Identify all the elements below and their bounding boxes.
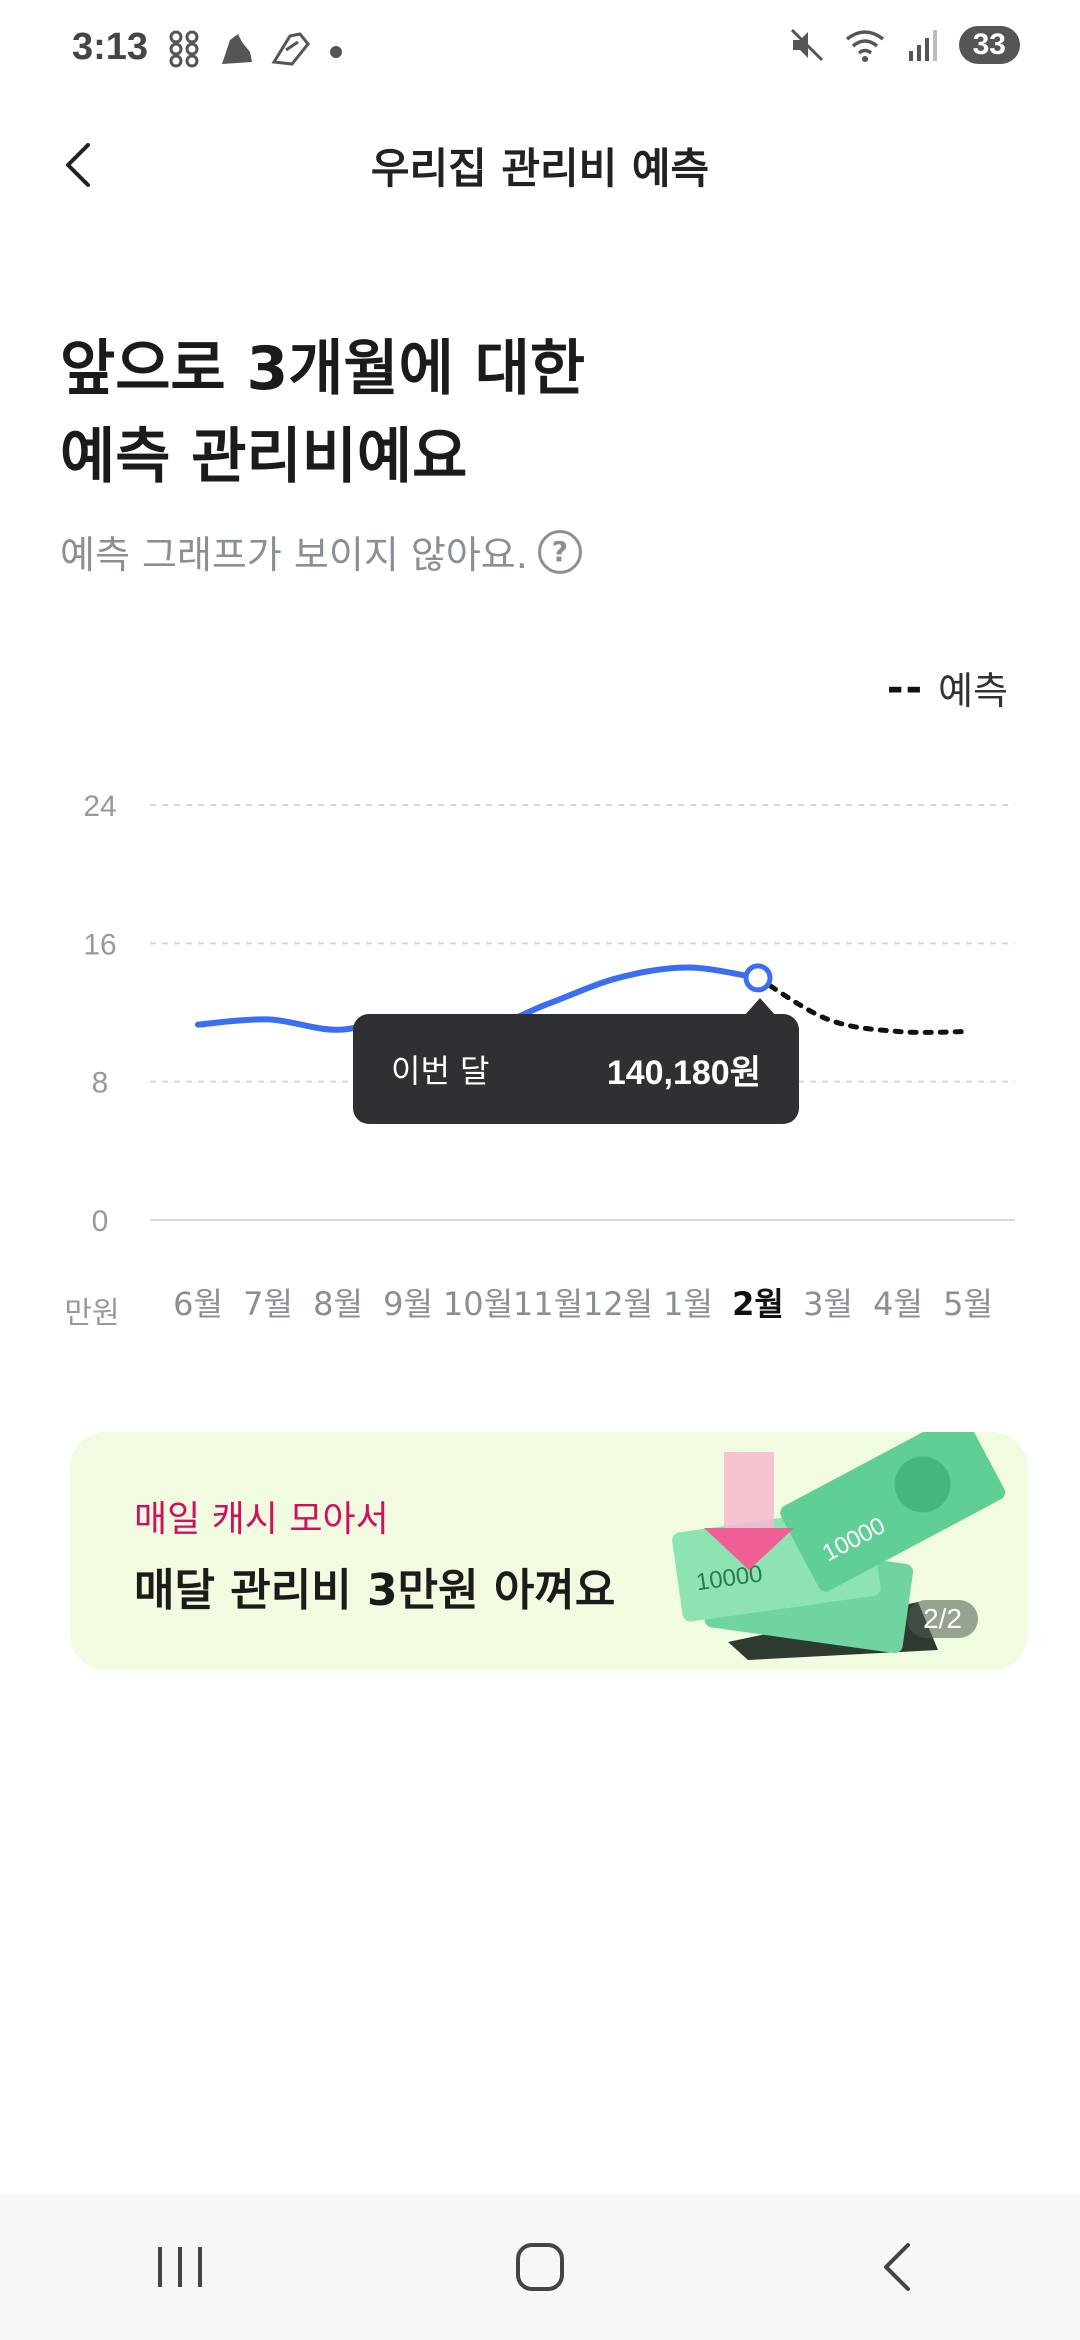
banner-title: 매달 관리비 3만원 아껴요 bbox=[134, 1565, 616, 1616]
status-bar: 3:13 33 bbox=[0, 0, 1080, 105]
mute-icon bbox=[790, 28, 823, 62]
tooltip-value: 140,180원 bbox=[606, 1053, 761, 1092]
home-button[interactable] bbox=[480, 2217, 600, 2317]
x-tick-label-11: 5월 bbox=[943, 1285, 993, 1323]
app-bar: 우리집 관리비 예측 bbox=[0, 105, 1080, 225]
y-tick-label-24: 24 bbox=[83, 790, 116, 823]
signal-icon bbox=[908, 30, 937, 61]
x-tick-label-1: 7월 bbox=[243, 1285, 293, 1323]
y-tick-label-0: 0 bbox=[92, 1205, 109, 1238]
shoe-outline-icon bbox=[271, 32, 310, 66]
x-tick-label-10: 4월 bbox=[873, 1285, 923, 1323]
pager-total: 2 bbox=[946, 1603, 962, 1634]
chart-help-row[interactable]: 예측 그래프가 보이지 않아요. ? bbox=[60, 524, 582, 579]
recents-button[interactable] bbox=[120, 2217, 240, 2317]
system-nav-bar bbox=[0, 2194, 1080, 2340]
recents-icon bbox=[158, 2247, 202, 2287]
x-tick-label-6: 12월 bbox=[583, 1285, 653, 1323]
y-tick-label-8: 8 bbox=[92, 1067, 109, 1100]
headline-line-1: 앞으로 3개월에 대한 bbox=[60, 334, 586, 404]
x-tick-label-9: 3월 bbox=[803, 1285, 853, 1323]
page-title: 우리집 관리비 예측 bbox=[370, 144, 710, 193]
money-illustration: 10000 10000 10000 bbox=[672, 1432, 1006, 1660]
tooltip-label: 이번 달 bbox=[391, 1052, 490, 1090]
x-tick-label-4: 10월 bbox=[443, 1285, 513, 1323]
y-tick-label-16: 16 bbox=[83, 928, 116, 961]
dot-icon bbox=[330, 46, 342, 58]
pager-current: 2 bbox=[923, 1603, 939, 1634]
status-notification-icons bbox=[168, 30, 346, 68]
x-tick-label-8: 2월 bbox=[732, 1285, 784, 1323]
home-icon bbox=[516, 2243, 564, 2291]
x-tick-label-0: 6월 bbox=[173, 1285, 223, 1323]
x-tick-label-2: 8월 bbox=[313, 1285, 363, 1323]
legend-dash-marker: -- bbox=[886, 664, 925, 711]
nav-back-button[interactable] bbox=[840, 2217, 960, 2317]
chevron-left-icon bbox=[884, 2243, 910, 2291]
status-time: 3:13 bbox=[72, 26, 149, 68]
legend-label: 예측 bbox=[938, 669, 1008, 713]
x-tick-label-7: 1월 bbox=[663, 1285, 713, 1323]
chart-legend: -- 예측 bbox=[887, 660, 1008, 715]
shoe-icon bbox=[222, 34, 252, 64]
battery-indicator: 33 bbox=[958, 26, 1020, 64]
unit-label: 만원 bbox=[64, 1296, 119, 1331]
wifi-icon bbox=[845, 30, 884, 62]
headline-line-2: 예측 관리비예요 bbox=[60, 422, 468, 492]
chart-help-text[interactable]: 예측 그래프가 보이지 않아요. bbox=[60, 524, 528, 579]
x-tick-label-5: 11월 bbox=[513, 1285, 583, 1323]
status-system-icons: 33 bbox=[789, 26, 1020, 64]
x-tick-label-3: 9월 bbox=[383, 1285, 433, 1323]
current-month-marker bbox=[743, 963, 773, 993]
banner-pager: 2/2 bbox=[907, 1600, 978, 1638]
banner-subtitle: 매일 캐시 모아서 bbox=[134, 1499, 389, 1540]
grid-app-icon bbox=[169, 30, 199, 68]
question-icon[interactable]: ? bbox=[537, 529, 582, 574]
headline: 앞으로 3개월에 대한 예측 관리비예요 bbox=[60, 325, 585, 501]
chart-tooltip: 이번 달 140,180원 bbox=[353, 1014, 799, 1124]
promo-banner[interactable]: 매일 캐시 모아서 매달 관리비 3만원 아껴요 10000 10000 100… bbox=[70, 1432, 1028, 1670]
